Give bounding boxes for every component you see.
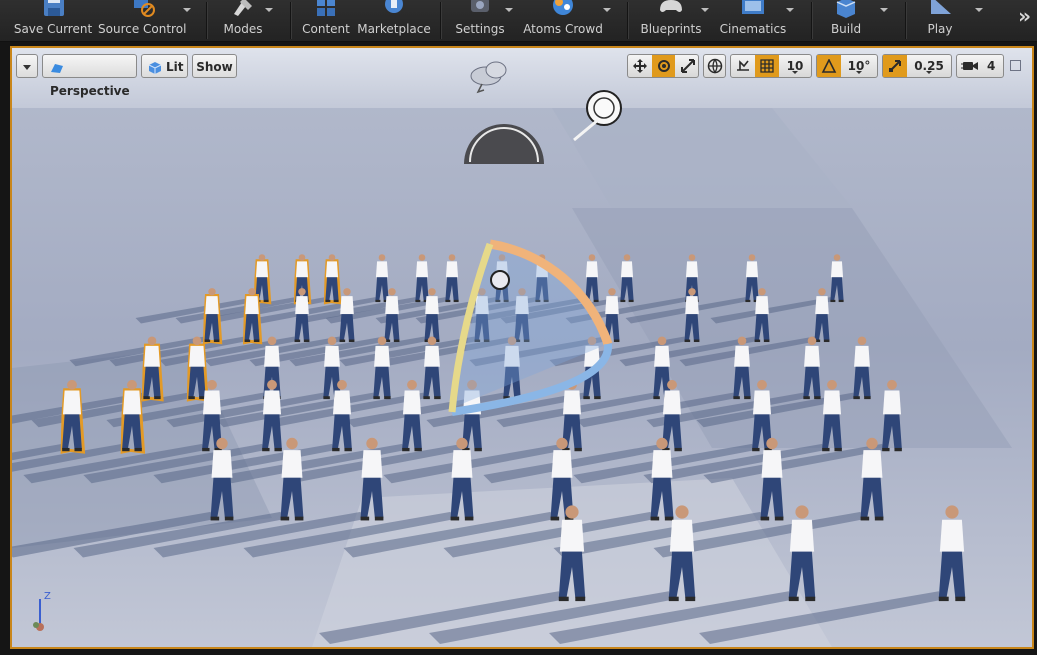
scene-render[interactable] [12,48,1032,647]
blueprints-icon [660,0,682,12]
cinematics-icon [742,0,764,14]
atoms-crowd-button[interactable]: Atoms Crowd [522,0,604,41]
source-control-label: Source Control [98,22,187,36]
main-toolbar: Save Current Source Control Modes Conten… [0,0,1037,42]
lit-cube-icon [148,61,162,74]
source-control-icon [134,0,155,17]
atoms-crowd-dropdown-icon[interactable] [603,8,611,12]
marketplace-icon [385,0,403,13]
transform-mode-group [627,54,699,78]
scale-snap-value[interactable]: 0.25 [907,55,951,77]
marketplace-label: Marketplace [357,22,431,36]
viewport-options-button[interactable] [16,54,38,78]
chevron-double-right-icon[interactable]: » [1018,4,1031,28]
chevron-down-icon [792,71,798,74]
cinematics-dropdown-icon[interactable] [786,8,794,12]
lit-button[interactable]: Lit [141,54,188,78]
build-dropdown-icon[interactable] [880,8,888,12]
atoms-crowd-icon [553,0,573,15]
camera-speed-button[interactable]: 4 [956,54,1004,78]
maximize-viewport-icon[interactable] [1010,60,1021,71]
settings-button[interactable]: Settings [452,0,508,41]
grid-snap-toggle[interactable] [755,55,779,77]
save-current-label: Save Current [13,22,93,36]
show-label: Show [196,60,233,74]
toolbar-divider [440,2,441,39]
modes-button[interactable]: Modes [218,0,268,41]
camera-speed-label: 4 [987,59,996,73]
grid-snap-group: 10 [730,54,812,78]
grid-snap-value[interactable]: 10 [779,55,811,77]
marketplace-button[interactable]: Marketplace [356,0,432,41]
world-globe-icon [707,58,723,74]
toolbar-divider [290,2,291,39]
angle-icon [821,58,837,73]
scale-snap-toggle[interactable] [883,55,907,77]
camera-speed-icon [961,62,978,70]
rotate-icon [657,60,670,72]
chevron-down-icon [856,71,862,74]
atoms-crowd-label: Atoms Crowd [523,22,603,36]
save-current-button[interactable]: Save Current [12,0,94,41]
perspective-icon [51,63,63,73]
axis-gizmo-icon [33,599,44,631]
axis-z-label: Z [44,591,51,602]
level-viewport[interactable]: Perspective Lit Show 10 10° 0.25 4 Z [10,46,1034,649]
surface-snap-button[interactable] [731,55,755,77]
rotate-mode-button[interactable] [652,55,675,77]
perspective-button[interactable]: Perspective [42,54,137,98]
grid-icon [760,59,774,73]
build-icon [836,0,856,18]
scale-mode-button[interactable] [676,55,699,77]
toolbar-divider [811,2,812,39]
scale-snap-icon [889,60,901,72]
surface-snap-icon [737,60,749,71]
play-button[interactable]: Play [918,0,962,41]
source-control-button[interactable]: Source Control [98,0,187,41]
play-label: Play [927,22,953,36]
cinematics-label: Cinematics [719,22,787,36]
scale-icon [680,59,695,73]
toolbar-divider [627,2,628,39]
source-control-dropdown-icon[interactable] [183,8,191,12]
scale-snap-group: 0.25 [882,54,952,78]
modes-dropdown-icon[interactable] [265,8,273,12]
rotation-snap-toggle[interactable] [817,55,841,77]
chevron-down-icon [926,71,932,74]
lit-label: Lit [166,60,184,74]
build-button[interactable]: Build [822,0,870,41]
content-button[interactable]: Content [300,0,352,41]
modes-label: Modes [223,22,263,36]
toolbar-divider [905,2,906,39]
rotation-snap-group: 10° [816,54,878,78]
coordinate-system-button[interactable] [703,54,726,78]
blueprints-label: Blueprints [640,22,702,36]
translate-arrows-icon [632,59,647,73]
content-label: Content [302,22,350,36]
play-icon [931,0,951,14]
settings-icon [471,0,489,12]
settings-dropdown-icon[interactable] [505,8,513,12]
translate-mode-button[interactable] [628,55,651,77]
build-label: Build [830,22,862,36]
perspective-label: Perspective [50,84,130,98]
chevron-down-icon [23,65,31,70]
cinematics-button[interactable]: Cinematics [718,0,788,41]
modes-icon [234,0,252,16]
blueprints-dropdown-icon[interactable] [701,8,709,12]
save-icon [44,0,64,16]
rotation-snap-value[interactable]: 10° [841,55,877,77]
blueprints-button[interactable]: Blueprints [638,0,704,41]
toolbar-divider [206,2,207,39]
settings-label: Settings [455,22,505,36]
axis-indicator: Z [22,591,58,637]
show-button[interactable]: Show [192,54,237,78]
content-icon [317,0,335,16]
play-dropdown-icon[interactable] [975,8,983,12]
